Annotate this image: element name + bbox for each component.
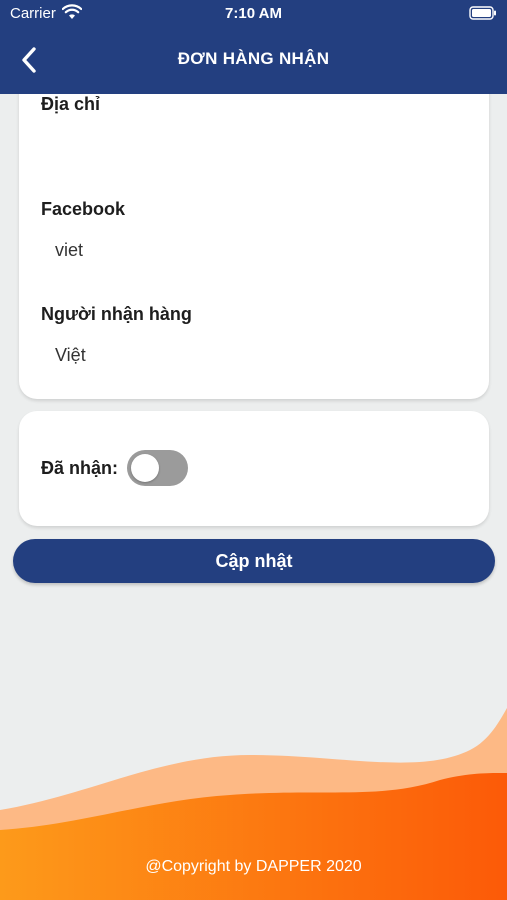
status-card: Đã nhận: [19, 411, 489, 526]
page-title: ĐƠN HÀNG NHẬN [177, 49, 330, 68]
update-button[interactable]: Cập nhật [13, 539, 495, 583]
receiver-label: Người nhận hàng [41, 304, 192, 324]
receiver-value: Việt [55, 345, 86, 365]
copyright-text: @Copyright by DAPPER 2020 [145, 858, 362, 875]
battery-icon [469, 6, 496, 20]
info-card: Địa chỉ Facebook viet Người nhận hàng Vi… [19, 70, 489, 399]
received-label: Đã nhận: [41, 458, 119, 478]
received-toggle[interactable] [127, 450, 188, 486]
status-bar: Carrier 7:10 AM [0, 0, 507, 28]
address-label: Địa chỉ [41, 94, 101, 114]
facebook-value: viet [55, 240, 84, 260]
app-header: Carrier 7:10 AM ĐƠN HÀNG NHẬN [0, 0, 507, 94]
toggle-knob [131, 454, 159, 482]
status-time: 7:10 AM [225, 5, 282, 22]
facebook-label: Facebook [41, 199, 126, 219]
